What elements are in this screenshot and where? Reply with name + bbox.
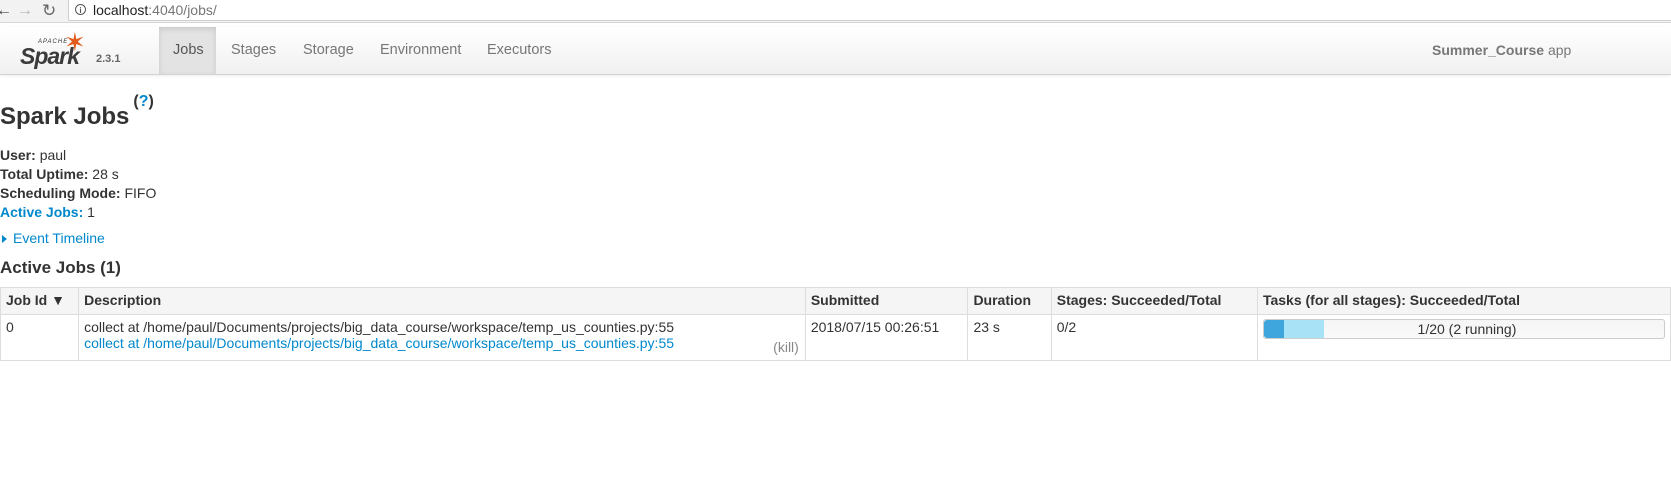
scheduling-value: FIFO [124,185,157,201]
browser-toolbar: ← → ↻ i localhost:4040/jobs/ [0,0,1671,23]
header-stages[interactable]: Stages: Succeeded/Total [1050,287,1258,315]
cell-description: collect at /home/paul/Documents/projects… [78,314,806,361]
help-icon[interactable]: ? [139,93,149,110]
summary-active-jobs: Active Jobs: 1 [0,203,156,222]
active-jobs-value: 1 [87,204,95,220]
spark-star-icon: ✶ [64,27,86,57]
header-job-id[interactable]: Job Id ▼ [0,287,80,315]
spark-version: 2.3.1 [96,53,121,65]
progress-succeeded [1263,320,1284,338]
spark-navbar: APACHE Spark ✶ 2.3.1 Jobs Stages Storage… [0,27,1671,75]
table-header-row: Job Id ▼ Description Submitted Duration … [0,287,1671,315]
summary-uptime: Total Uptime: 28 s [0,165,156,184]
reload-icon[interactable]: ↻ [42,1,56,21]
app-name: Summer_Course app [1432,27,1571,74]
kill-link[interactable]: (kill) [773,339,799,355]
description-text: collect at /home/paul/Documents/projects… [84,319,675,335]
user-label: User: [0,147,36,163]
app-name-bold: Summer_Course [1432,42,1545,58]
cell-job-id: 0 [0,314,80,361]
active-jobs-table: Job Id ▼ Description Submitted Duration … [0,287,1671,361]
header-tasks[interactable]: Tasks (for all stages): Succeeded/Total [1256,287,1671,315]
header-description[interactable]: Description [78,287,806,315]
forward-arrow-icon[interactable]: → [17,1,33,21]
tab-stages[interactable]: Stages [217,27,290,74]
spark-logo[interactable]: APACHE Spark ✶ [18,29,98,71]
cell-stages: 0/2 [1050,314,1258,361]
tab-executors[interactable]: Executors [473,27,565,74]
tab-environment[interactable]: Environment [366,27,475,74]
url-text: localhost:4040/jobs/ [93,2,217,18]
table-row: 0 collect at /home/paul/Documents/projec… [0,314,1671,361]
uptime-value: 28 s [92,166,119,182]
summary-scheduling: Scheduling Mode: FIFO [0,184,156,203]
active-jobs-link[interactable]: Active Jobs: [0,204,83,220]
page-title: Spark Jobs(?) [0,93,154,131]
header-duration[interactable]: Duration [967,287,1052,315]
caret-right-icon [2,235,7,243]
job-summary: User: paul Total Uptime: 28 s Scheduling… [0,146,156,222]
task-progress-bar: 1/20 (2 running) [1262,319,1665,339]
uptime-label: Total Uptime: [0,166,89,182]
cell-submitted: 2018/07/15 00:26:51 [804,314,969,361]
info-icon[interactable]: i [75,4,86,15]
tab-jobs[interactable]: Jobs [159,27,216,74]
help-link[interactable]: (?) [133,93,153,110]
back-arrow-icon[interactable]: ← [0,1,12,21]
tab-storage[interactable]: Storage [289,27,368,74]
progress-running [1283,320,1324,338]
header-submitted[interactable]: Submitted [804,287,969,315]
page-title-text: Spark Jobs [0,103,130,130]
event-timeline-toggle[interactable]: Event Timeline [2,230,105,246]
scheduling-label: Scheduling Mode: [0,185,121,201]
address-bar[interactable]: i localhost:4040/jobs/ [68,0,1671,21]
url-host: localhost [93,2,149,18]
summary-user: User: paul [0,146,156,165]
user-value: paul [39,147,67,163]
progress-label: 1/20 (2 running) [1417,321,1517,337]
cell-tasks: 1/20 (2 running) [1256,314,1671,361]
event-timeline-label: Event Timeline [13,230,105,246]
cell-duration: 23 s [967,314,1052,361]
url-path: :4040/jobs/ [148,2,217,18]
active-jobs-heading[interactable]: Active Jobs (1) [0,258,121,278]
app-name-suffix: app [1547,42,1572,58]
description-link[interactable]: collect at /home/paul/Documents/projects… [84,335,800,351]
